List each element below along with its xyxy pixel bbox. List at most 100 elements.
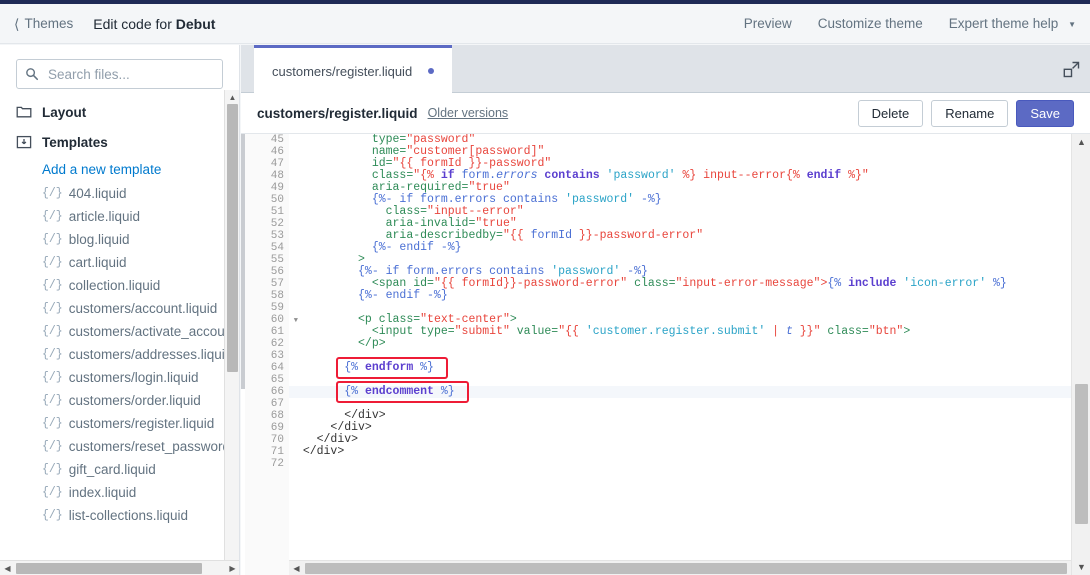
delete-button[interactable]: Delete (857, 99, 924, 127)
line-number: 67 (270, 398, 284, 410)
sidebar-file-item[interactable]: {/} collection.liquid (0, 274, 239, 297)
sidebar-file-item[interactable]: {/} customers/reset_password.liquid (0, 435, 239, 458)
sidebar-horizontal-scrollbar[interactable]: ◀ ▶ (0, 560, 239, 575)
sidebar-file-item[interactable]: {/} blog.liquid (0, 228, 239, 251)
sidebar-file-item[interactable]: {/} list-collections.liquid (0, 504, 239, 527)
code-token: {%- endif -%} (358, 289, 448, 302)
sidebar-file-item[interactable]: {/} customers/register.liquid (0, 412, 239, 435)
editor-horizontal-scrollbar[interactable]: ◀ (289, 560, 1071, 575)
editor-vertical-scroll-thumb[interactable] (1075, 384, 1088, 524)
sidebar-file-item[interactable]: {/} article.liquid (0, 205, 239, 228)
header-nav-customize-theme[interactable]: Customize theme (818, 16, 923, 31)
code-line[interactable] (289, 458, 1071, 470)
editor-pane: customers/register.liquid customers/regi… (241, 45, 1090, 575)
sidebar-file-item[interactable]: {/} customers/order.liquid (0, 389, 239, 412)
liquid-file-icon: {/} (42, 325, 63, 338)
code-content[interactable]: type="password" name="customer[password]… (289, 134, 1071, 575)
header-nav-expert-theme-help[interactable]: Expert theme help ▼ (949, 16, 1076, 31)
code-token: %}" (841, 169, 869, 182)
liquid-file-icon: {/} (42, 394, 63, 407)
sidebar-file-item[interactable]: {/} 404.liquid (0, 182, 239, 205)
code-token: endform (364, 361, 414, 374)
chevron-left-icon: ⟨ (14, 15, 20, 32)
sidebar-scroll-left-arrow[interactable]: ◀ (0, 561, 15, 575)
code-line[interactable] (289, 398, 1071, 410)
sidebar-file-item[interactable]: {/} customers/login.liquid (0, 366, 239, 389)
liquid-file-icon: {/} (42, 486, 63, 499)
liquid-file-icon: {/} (42, 279, 63, 292)
line-number: 49 (270, 182, 284, 194)
older-versions-link[interactable]: Older versions (428, 106, 509, 120)
code-line[interactable]: </div> (289, 422, 1071, 434)
save-button[interactable]: Save (1016, 99, 1074, 127)
code-token: class= (634, 277, 676, 290)
code-token: 'password' (565, 193, 635, 206)
liquid-file-icon: {/} (42, 256, 63, 269)
code-token: %} (986, 277, 1007, 290)
editor-horizontal-scroll-thumb[interactable] (305, 563, 1067, 574)
code-token: {%- endif -%} (371, 241, 462, 254)
line-number: 69 (270, 422, 284, 434)
sidebar-file-item[interactable]: {/} customers/activate_account.liquid (0, 320, 239, 343)
code-line[interactable]: <input type="submit" value="{{ 'customer… (289, 326, 1071, 338)
code-line[interactable]: </div> (289, 410, 1071, 422)
line-number: 52 (270, 218, 284, 230)
code-editor[interactable]: 45 46 47 48 49 50 51 52 53 54 55 56 57 58 59 60 ▼ 61 62 63 6… (241, 134, 1090, 575)
page-title: Edit code for Debut (93, 16, 215, 32)
theme-code-editor-page: ⟨ Themes Edit code for Debut Preview Cus… (0, 0, 1090, 575)
sidebar-file-item[interactable]: {/} gift_card.liquid (0, 458, 239, 481)
liquid-file-icon: {/} (42, 371, 63, 384)
sidebar-group-templates[interactable]: Templates (0, 127, 239, 157)
sidebar-file-label: list-collections.liquid (68, 508, 189, 523)
sidebar-file-label: cart.liquid (68, 255, 127, 270)
code-line[interactable]: {% endcomment %} (289, 386, 1071, 398)
code-token: "btn" (868, 325, 904, 338)
sidebar-file-item[interactable]: {/} customers/addresses.liquid (0, 343, 239, 366)
sidebar-vertical-scrollbar[interactable]: ▲ ▼ (224, 90, 239, 575)
sidebar-scroll-right-arrow[interactable]: ▶ (225, 561, 239, 575)
file-tree: Layout Templates Add a new template {/} 4… (0, 97, 239, 527)
line-number: 63 (270, 350, 284, 362)
sidebar-file-item[interactable]: {/} customers/account.liquid (0, 297, 239, 320)
search-input[interactable] (46, 65, 214, 83)
code-token: | (765, 325, 786, 338)
add-new-template-link[interactable]: Add a new template (0, 157, 239, 182)
line-number: 64 (270, 362, 284, 374)
sidebar-file-item[interactable]: {/} cart.liquid (0, 251, 239, 274)
editor-file-bar: customers/register.liquid Older versions… (241, 93, 1090, 134)
line-number: 50 (270, 194, 284, 206)
code-token: %} (413, 361, 434, 374)
editor-scroll-down-arrow[interactable]: ▼ (1072, 559, 1090, 575)
liquid-file-icon: {/} (42, 233, 63, 246)
sidebar-vertical-scroll-thumb[interactable] (227, 104, 238, 372)
back-to-themes-link[interactable]: ⟨ Themes (14, 16, 73, 31)
sidebar-file-item[interactable]: {/} index.liquid (0, 481, 239, 504)
line-number: 70 (270, 434, 284, 446)
header-nav-preview[interactable]: Preview (744, 16, 792, 31)
editor-tab-customers-register[interactable]: customers/register.liquid (254, 45, 453, 94)
page-title-theme-name: Debut (175, 15, 216, 32)
sidebar-scroll-up-arrow[interactable]: ▲ (225, 90, 239, 104)
code-line[interactable]: {%- endif -%} (289, 290, 1071, 302)
rename-button[interactable]: Rename (931, 99, 1009, 127)
code-line[interactable]: {% endform %} (289, 362, 1071, 374)
sidebar-group-layout[interactable]: Layout (0, 97, 239, 127)
sidebar-file-label: blog.liquid (68, 232, 130, 247)
code-line[interactable]: </div> (289, 446, 1071, 458)
expand-editor-button[interactable] (1058, 56, 1084, 82)
header-nav: Preview Customize theme Expert theme hel… (718, 16, 1076, 31)
code-line[interactable]: </div> (289, 434, 1071, 446)
editor-file-name: customers/register.liquid (257, 105, 418, 121)
code-line[interactable]: </p> (289, 338, 1071, 350)
editor-scroll-left-arrow[interactable]: ◀ (289, 561, 304, 575)
line-number: 53 (270, 230, 284, 242)
code-line[interactable]: {%- endif -%} (289, 242, 1071, 254)
editor-vertical-scrollbar[interactable]: ▲ ▼ (1071, 134, 1090, 575)
sidebar-file-label: collection.liquid (68, 278, 161, 293)
line-number: 57 (270, 278, 284, 290)
editor-scroll-up-arrow[interactable]: ▲ (1072, 134, 1090, 150)
search-files-box[interactable] (16, 59, 223, 89)
code-token: formId (530, 229, 572, 242)
sidebar-horizontal-scroll-thumb[interactable] (16, 563, 202, 574)
